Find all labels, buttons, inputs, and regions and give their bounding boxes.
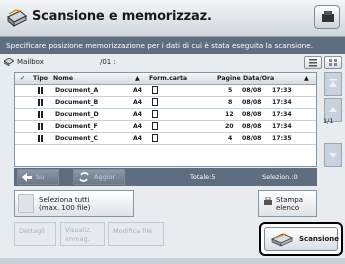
table-row[interactable]: Document_C A4 4 08/08 17:35 [15,133,316,145]
top-arrow-icon [329,79,337,87]
select-all-indicator [18,194,34,213]
thumbnail-view-button[interactable] [324,56,342,69]
paper-size: A4 [133,87,143,94]
paper-icon [152,122,158,130]
refresh-button[interactable]: Aggior [73,169,125,185]
document-icon [38,99,43,106]
formato-header[interactable]: Form.carta [149,73,187,84]
file-name: Document_C [55,135,99,142]
view-image-label: Visualiz. [65,226,92,234]
table-row[interactable]: Document_D A4 12 08/08 17:34 [15,109,316,121]
counter-check-button[interactable] [314,5,340,29]
file-time: 17:34 [272,123,292,130]
nome-header[interactable]: Nome [53,73,73,84]
scan-store-icon [7,9,27,28]
data-header[interactable]: Data/Ora [243,73,274,84]
table-row[interactable]: Document_B A4 8 08/08 17:34 [15,97,316,109]
edit-file-label: Modifica file [113,227,153,235]
page-count: 12 [225,111,234,118]
details-button[interactable]: Dettagli [14,222,56,246]
mailbox-number: /01 : [100,58,116,66]
page-count: 4 [228,135,233,142]
paper-size: A4 [133,111,143,118]
refresh-icon [79,172,89,182]
document-icon [38,87,43,94]
down-arrow-icon [329,153,337,158]
scanner-icon [271,233,293,247]
paper-icon [152,110,158,118]
check-header: ✓ [20,75,26,82]
details-label: Dettagli [19,227,45,235]
refresh-label: Aggior [94,173,116,181]
up-folder-button[interactable]: Su [17,169,59,185]
print-list-label-2: elenco [276,204,300,212]
list-view-icon [309,59,317,67]
print-list-button[interactable]: Stampa elenco [258,190,317,217]
back-arrow-icon [22,173,32,182]
view-image-button[interactable]: Visualiz. immag. [60,222,105,246]
document-icon [38,135,43,142]
file-date: 08/08 [242,135,262,142]
paper-icon [152,98,158,106]
file-name: Document_A [55,87,99,94]
document-icon [38,111,43,118]
page-indicator: 1/1 [323,117,334,125]
select-all-button[interactable]: Seleziona tutti (max. 100 file) [14,190,134,217]
pagine-header[interactable]: Pagine [217,73,241,84]
table-row[interactable]: Document_F A4 20 08/08 17:34 [15,121,316,133]
tipo-header[interactable]: Tipo [33,73,48,84]
scan-button[interactable]: Scansione [259,222,343,256]
file-time: 17:34 [272,99,292,106]
select-all-label: Seleziona tutti [39,196,90,204]
file-name: Document_D [55,111,99,118]
file-date: 08/08 [242,99,262,106]
device-icon [322,11,334,22]
file-name: Document_B [55,99,99,106]
file-name: Document_F [55,123,98,130]
page-down-button[interactable] [324,143,342,167]
file-date: 08/08 [242,87,262,94]
file-date: 08/08 [242,123,262,130]
printer-icon [264,197,272,205]
paper-size: A4 [133,135,143,142]
thumbnail-view-icon [329,59,337,66]
document-icon [38,123,43,130]
file-time: 17:34 [272,111,292,118]
page-count: 5 [228,87,233,94]
page-count: 8 [228,99,233,106]
print-list-label: Stampa [276,196,304,204]
page-title: Scansione e memorizzaz. [32,9,212,24]
view-image-label-2: immag. [65,235,90,243]
page-count: 20 [225,123,234,130]
page-top-button[interactable] [324,72,342,96]
file-time: 17:33 [272,87,292,94]
table-header: ✓ Tipo Nome ▲ Form.carta Pagine Data/Ora… [15,73,316,85]
select-all-limit: (max. 100 file) [39,204,91,212]
sort-ascending-icon: ▲ [304,75,309,82]
list-view-button[interactable] [304,56,322,69]
file-date: 08/08 [242,111,262,118]
table-row[interactable]: Document_A A4 5 08/08 17:33 [15,85,316,97]
instruction-bar: Specificare posizione memorizzazione per… [0,37,345,54]
paper-size: A4 [133,123,143,130]
sort-ascending-icon: ▲ [135,75,140,82]
scan-label: Scansione [299,235,340,243]
total-count: Totale:5 [190,173,216,181]
paper-icon [152,86,158,94]
mailbox-icon [4,58,14,66]
file-time: 17:35 [272,135,292,142]
selected-count: Selezion.:0 [262,173,298,181]
edit-file-button[interactable]: Modifica file [108,222,164,246]
paper-icon [152,134,158,142]
paper-size: A4 [133,99,143,106]
up-label: Su [36,173,45,181]
bottom-strip [0,258,345,264]
mailbox-label: Mailbox [17,58,44,66]
